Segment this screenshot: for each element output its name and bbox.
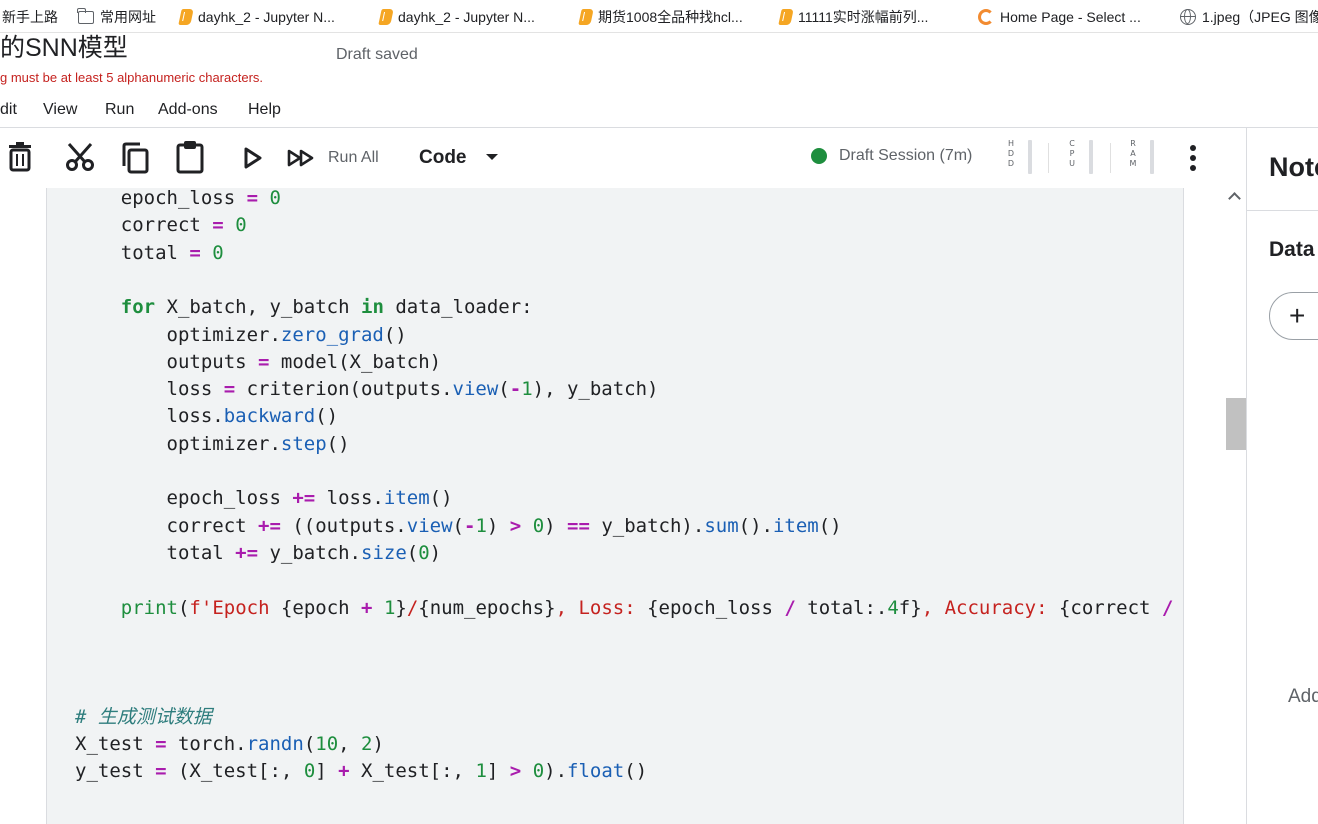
code-cell[interactable]: epoch_loss = 0 correct = 0 total = 0 for… [46, 188, 1184, 824]
cut-icon[interactable] [65, 142, 95, 172]
folder-icon [77, 8, 94, 24]
jupyter-icon [178, 8, 194, 25]
bookmark-label: dayhk_2 - Jupyter N... [198, 8, 335, 25]
screen: 新手上路 常用网址 dayhk_2 - Jupyter N... dayhk_2… [0, 0, 1318, 824]
notebook-title[interactable]: 的SNN模型 [0, 28, 128, 64]
bookmark-item[interactable]: Home Page - Select ... [978, 0, 1141, 32]
code-line: print(f'Epoch {epoch + 1}/{num_epochs}, … [120, 596, 1174, 619]
code-line: outputs = model(X_batch) [75, 350, 442, 373]
globe-icon [1180, 8, 1196, 25]
bookmark-item[interactable]: dayhk_2 - Jupyter N... [178, 0, 335, 32]
side-panel-title: Notebook [1269, 152, 1318, 182]
menu-help[interactable]: Help [248, 101, 281, 119]
jupyter-icon [778, 8, 794, 25]
code-line: correct = 0 [75, 214, 247, 237]
bookmark-item[interactable]: 1.jpeg（JPEG 图像 [1180, 0, 1318, 32]
gauge-divider [1048, 143, 1049, 173]
code-line: total = 0 [75, 241, 224, 264]
menu-view[interactable]: View [43, 101, 77, 119]
code-line: X_test = torch.randn(10, 2) [75, 733, 384, 755]
add-data-text: Add [1288, 686, 1318, 707]
draft-status: Draft saved [336, 46, 418, 63]
code-line: loss.backward() [75, 405, 339, 428]
cpu-gauge [1089, 140, 1093, 174]
bookmark-label: 1.jpeg（JPEG 图像 [1202, 8, 1318, 25]
menu-edit[interactable]: dit [0, 101, 17, 119]
cpu-gauge-label: CPU [1069, 139, 1075, 168]
session-status[interactable]: Draft Session (7m) [839, 147, 972, 165]
code-line: epoch_loss += loss.item() [75, 487, 453, 510]
code-line: loss = criterion(outputs.view(-1), y_bat… [75, 378, 659, 401]
bookmark-label: dayhk_2 - Jupyter N... [398, 8, 535, 25]
side-panel: Notebook Data + Add [1246, 128, 1318, 824]
side-panel-divider [1247, 210, 1318, 211]
ram-gauge-label: RAM [1129, 139, 1137, 168]
scrollbar-thumb[interactable] [1226, 398, 1246, 450]
chevron-down-icon[interactable] [486, 154, 498, 160]
bookmarks-bar: 新手上路 常用网址 dayhk_2 - Jupyter N... dayhk_2… [0, 0, 1318, 33]
code-line: optimizer.step() [75, 432, 350, 455]
bookmark-label: 新手上路 [2, 8, 58, 25]
plus-icon[interactable]: + [1289, 302, 1305, 330]
bookmark-label: 期货1008全品种找hcl... [598, 8, 743, 25]
code-line: epoch_loss = 0 [75, 188, 281, 209]
ram-gauge [1150, 140, 1154, 174]
run-all-button[interactable]: Run All [328, 149, 379, 167]
hdd-gauge-label: HDD [1007, 139, 1015, 168]
gauge-divider [1110, 143, 1111, 173]
jupyter-icon [378, 8, 394, 25]
hdd-gauge [1028, 140, 1032, 174]
menu-run[interactable]: Run [105, 101, 134, 119]
copy-icon[interactable] [120, 142, 150, 174]
bookmark-item[interactable]: dayhk_2 - Jupyter N... [378, 0, 535, 32]
bookmark-label: 常用网址 [100, 8, 156, 25]
more-vert-icon[interactable] [1190, 145, 1196, 171]
code-line: correct += ((outputs.view(-1) > 0) == y_… [75, 514, 842, 537]
code-line: total += y_batch.size(0) [75, 541, 442, 564]
run-icon[interactable] [243, 147, 263, 169]
run-all-icon[interactable] [287, 149, 315, 167]
bookmark-label: 11111实时涨幅前列... [798, 8, 929, 25]
data-section-title: Data [1269, 238, 1315, 261]
cell-type-select[interactable]: Code [419, 147, 467, 169]
menu-add-ons[interactable]: Add-ons [158, 101, 218, 119]
code-line: for X_batch, y_batch in data_loader: [120, 296, 533, 319]
code-line: y_test = (X_test[:, 0] + X_test[:, 1] > … [75, 760, 648, 783]
delete-icon[interactable] [6, 142, 34, 172]
code-line: optimizer.zero_grad() [75, 323, 407, 346]
title-error-message: g must be at least 5 alphanumeric charac… [0, 70, 264, 85]
paste-icon[interactable] [175, 140, 205, 174]
jupyter-icon [578, 8, 594, 25]
bookmark-item[interactable]: 11111实时涨幅前列... [778, 0, 929, 32]
bookmark-label: Home Page - Select ... [1000, 8, 1141, 25]
code-line: # 生成测试数据 [75, 705, 212, 728]
session-status-icon [811, 148, 827, 164]
loading-ring-icon [978, 8, 994, 25]
scrollbar[interactable] [1224, 188, 1246, 824]
bookmark-item[interactable]: 期货1008全品种找hcl... [578, 0, 743, 32]
